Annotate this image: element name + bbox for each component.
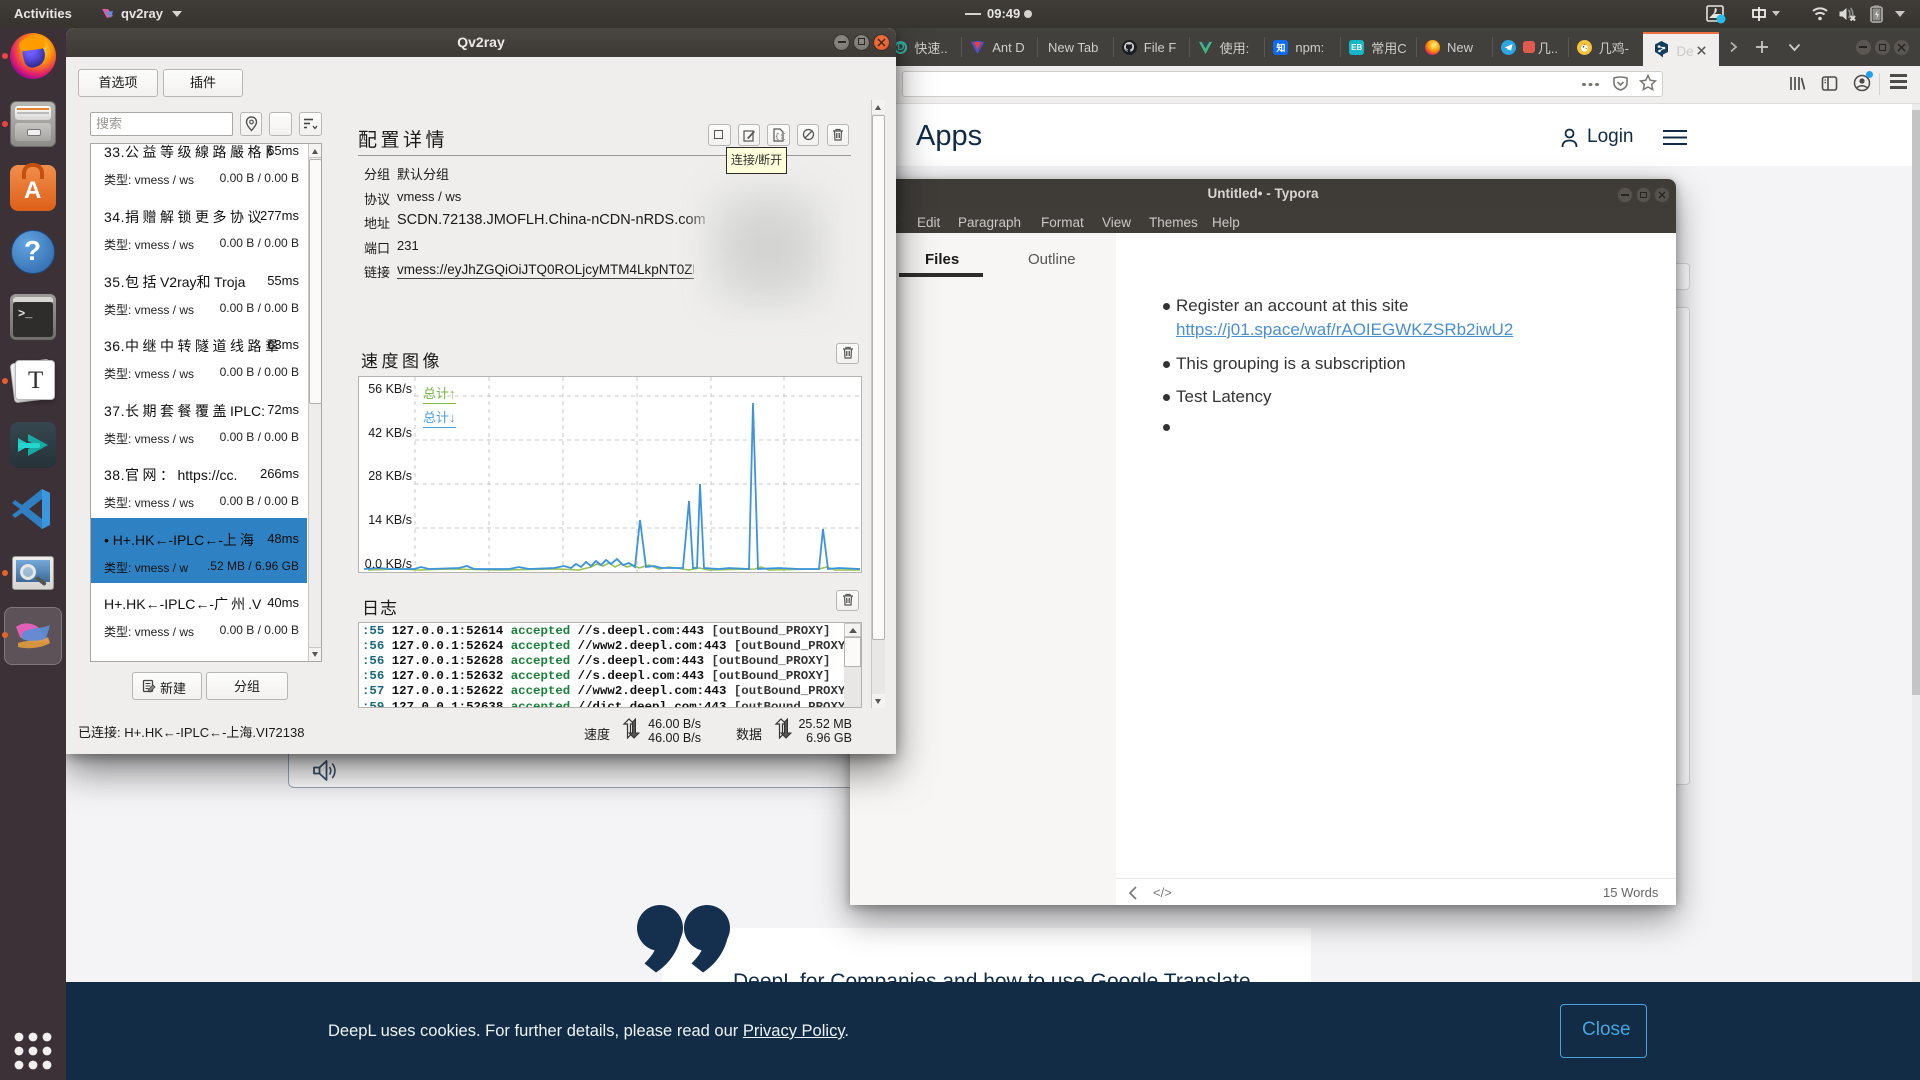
svg-text:{:}: {:}: [775, 134, 785, 142]
